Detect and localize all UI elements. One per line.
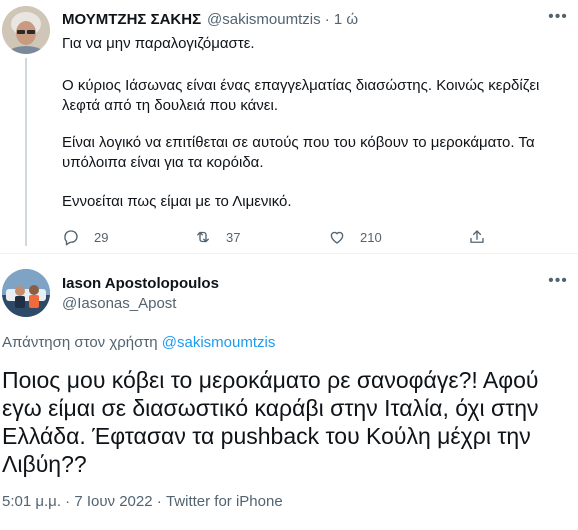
tweet-text: Ποιος μου κόβει το μεροκάματο ρε σανοφάγ… <box>2 367 539 477</box>
more-icon[interactable]: ••• <box>547 272 569 292</box>
tweet-paragraph: Εννοείται πως είμαι με το Λιμενικό. <box>62 193 292 210</box>
tweet-paragraph: Για να μην παραλογιζόμαστε. <box>62 35 255 52</box>
retweet-icon <box>197 231 209 243</box>
tweet-footer: 5:01 μ.μ. · 7 Ιουν 2022 · Twitter for iP… <box>2 493 283 510</box>
divider <box>0 253 578 254</box>
thread-line <box>25 58 27 246</box>
more-icon[interactable]: ••• <box>547 8 569 28</box>
author-name[interactable]: Iason Apostolopoulos <box>62 275 219 292</box>
author-name[interactable]: ΜΟΥΜΤΖΗΣ ΣΑΚΗΣ <box>62 11 201 28</box>
avatar-photo <box>2 6 50 54</box>
reply-icon <box>64 230 78 246</box>
tweet-time[interactable]: 1 ώ <box>334 11 358 28</box>
retweet-button[interactable]: 37 <box>194 227 240 247</box>
replying-to: Απάντηση στον χρήστη @sakismoumtzis <box>2 334 275 351</box>
tweet-paragraph: Ο κύριος Ιάσωνας είναι ένας επαγγελματία… <box>62 77 540 114</box>
like-icon <box>330 231 344 244</box>
share-button[interactable] <box>468 227 486 247</box>
avatar[interactable] <box>2 6 50 54</box>
retweet-count: 37 <box>226 229 241 245</box>
tweet-time[interactable]: 5:01 μ.μ. <box>2 493 61 510</box>
author-handle[interactable]: @sakismoumtzis <box>207 11 321 28</box>
tweet-meta: @sakismoumtzis · 1 ώ <box>207 11 358 28</box>
footer-dot: · <box>65 493 71 510</box>
meta-separator: · <box>324 11 330 28</box>
tweet-date[interactable]: 7 Ιουν 2022 <box>74 493 152 510</box>
like-count: 210 <box>360 229 382 245</box>
tweet-paragraph: Είναι λογικό να επιτίθεται σε αυτούς που… <box>62 134 535 171</box>
replying-prefix: Απάντηση στον χρήστη <box>2 334 158 351</box>
author-handle[interactable]: @Iasonas_Apost <box>62 295 176 312</box>
tweet-source[interactable]: Twitter for iPhone <box>166 493 283 510</box>
like-button[interactable]: 210 <box>328 227 382 247</box>
share-icon <box>470 230 484 243</box>
replying-to-link[interactable]: @sakismoumtzis <box>162 334 276 351</box>
reply-count: 29 <box>94 229 109 245</box>
reply-button[interactable]: 29 <box>62 227 108 247</box>
avatar[interactable] <box>2 269 50 317</box>
footer-dot: · <box>156 493 162 510</box>
avatar-photo <box>2 269 50 317</box>
